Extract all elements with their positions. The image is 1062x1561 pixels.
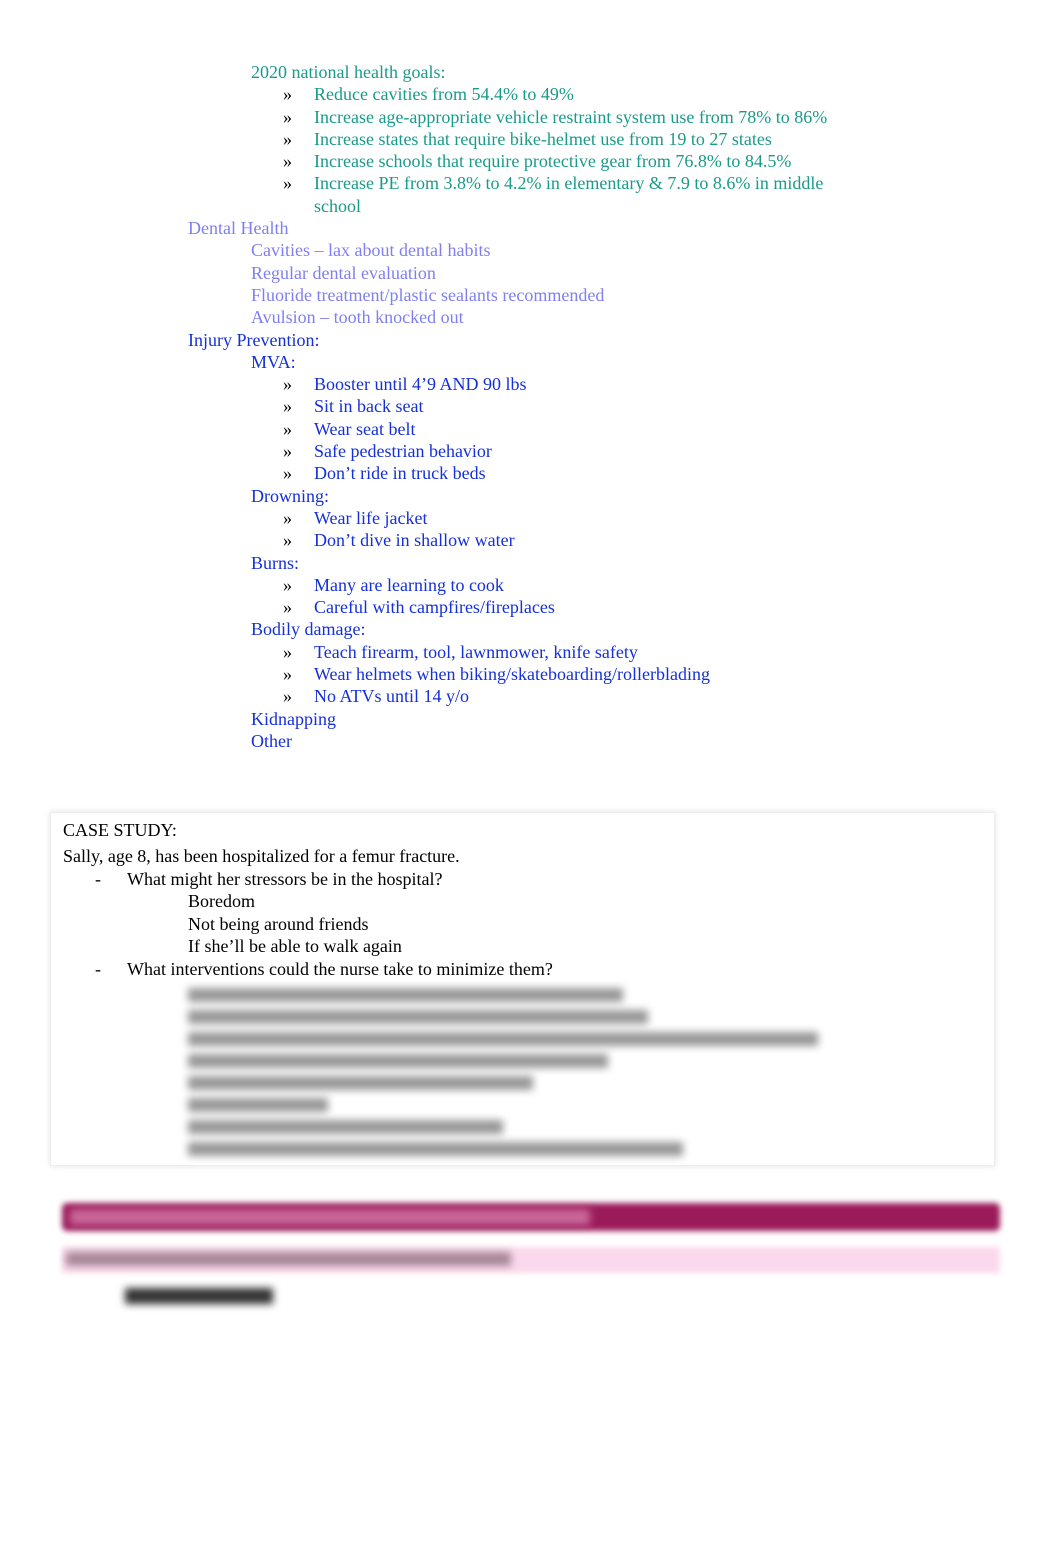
arrow-bullet-icon: » [283, 574, 292, 595]
outline-item-text: No ATVs until 14 y/o [314, 686, 470, 707]
arrow-bullet-icon: » [283, 463, 292, 484]
outline-item: » Teach firearm, tool, lawnmower, knife s… [0, 641, 1062, 663]
outline-item: Burns: [0, 552, 1062, 574]
outline-item-text: Bodily damage: [251, 619, 366, 640]
outline-item-text: Reduce cavities from 54.4% to 49% [314, 84, 574, 105]
arrow-bullet-icon: » [283, 106, 292, 127]
dash-bullet: - [95, 958, 101, 979]
outline-item: Fluoride treatment/plastic sealants reco… [0, 284, 1062, 306]
arrow-bullet-icon: » [283, 396, 292, 417]
outline-item: » Booster until 4’9 AND 90 lbs [0, 373, 1062, 395]
arrow-bullet-icon: » [283, 664, 292, 685]
arrow-bullet-icon: » [283, 173, 292, 194]
outline-item-text: Drowning: [251, 485, 329, 506]
outline-item-text: Wear life jacket [314, 507, 428, 528]
blurred-subsection-text [66, 1252, 511, 1266]
outline-item: » Wear life jacket [0, 507, 1062, 529]
outline-item: » Wear helmets when biking/skateboarding/… [0, 663, 1062, 685]
outline-item-text: Increase PE from 3.8% to 4.2% in element… [314, 173, 824, 216]
arrow-bullet-icon: » [283, 128, 292, 149]
question-2: What interventions could the nurse take … [127, 958, 553, 979]
arrow-bullet-icon: » [283, 418, 292, 439]
outline-item-text: Careful with campfires/fireplaces [314, 597, 555, 618]
outline-item: Injury Prevention: [0, 329, 1062, 351]
question-1: What might her stressors be in the hospi… [127, 868, 443, 889]
outline-item-text: MVA: [251, 351, 296, 372]
outline-item: MVA: [0, 351, 1062, 373]
outline-list: 2020 national health goals:» Reduce cavit… [0, 61, 1062, 752]
answer: If she’ll be able to walk again [188, 936, 402, 956]
arrow-bullet-icon: » [283, 686, 292, 707]
answer: Boredom [188, 891, 255, 911]
outline-item: Kidnapping [0, 708, 1062, 730]
outline-item: Cavities – lax about dental habits [0, 239, 1062, 261]
outline-item: » Many are learning to cook [0, 574, 1062, 596]
outline-item-text: Dental Health [188, 218, 289, 239]
outline-item-text: Kidnapping [251, 708, 336, 729]
outline-item: » Reduce cavities from 54.4% to 49% [0, 83, 1062, 105]
arrow-bullet-icon: » [283, 441, 292, 462]
outline-item-text: Other [251, 730, 292, 751]
outline-item: » Careful with campfires/fireplaces [0, 596, 1062, 618]
answer: Not being around friends [188, 913, 369, 934]
outline-item: Regular dental evaluation [0, 262, 1062, 284]
outline-item-text: Don’t ride in truck beds [314, 463, 486, 484]
blurred-answers [63, 988, 963, 1156]
outline-item-text: Regular dental evaluation [251, 262, 436, 283]
outline-item-text: Booster until 4’9 AND 90 lbs [314, 374, 527, 395]
blurred-banner-text [70, 1209, 590, 1225]
outline-item: » Safe pedestrian behavior [0, 440, 1062, 462]
outline-item-text: Safe pedestrian behavior [314, 441, 492, 462]
dash-bullet: - [95, 868, 101, 889]
outline-item-text: Injury Prevention: [188, 329, 320, 350]
outline-item: » Wear seat belt [0, 418, 1062, 440]
case-study: CASE STUDY: Sally, age 8, has been hospi… [63, 818, 963, 1156]
document-page: 2020 national health goals:» Reduce cavit… [0, 0, 1062, 1561]
outline-item: » Increase age-appropriate vehicle restra… [0, 106, 1062, 128]
outline-item: Drowning: [0, 485, 1062, 507]
arrow-bullet-icon: » [283, 530, 292, 551]
outline-item-text: Increase schools that require protective… [314, 151, 792, 172]
arrow-bullet-icon: » [283, 507, 292, 528]
case-study-intro: Sally, age 8, has been hospitalized for … [63, 846, 460, 866]
outline-item-text: Cavities – lax about dental habits [251, 240, 491, 261]
outline-item-text: 2020 national health goals: [251, 62, 446, 82]
outline-item: » Don’t dive in shallow water [0, 529, 1062, 551]
outline-item: Avulsion – tooth knocked out [0, 306, 1062, 328]
arrow-bullet-icon: » [283, 597, 292, 618]
outline-item: 2020 national health goals: [0, 61, 1062, 83]
outline-item: » Sit in back seat [0, 395, 1062, 417]
outline-item: » Increase PE from 3.8% to 4.2% in elemen… [0, 172, 1062, 217]
outline-item: » Increase schools that require protectiv… [0, 150, 1062, 172]
outline-item-text: Burns: [251, 552, 300, 573]
blurred-item-text [125, 1288, 273, 1304]
outline-item-text: Wear seat belt [314, 418, 416, 439]
outline-item-text: Don’t dive in shallow water [314, 530, 515, 551]
outline-item: » No ATVs until 14 y/o [0, 685, 1062, 707]
outline-item: Bodily damage: [0, 618, 1062, 640]
outline-item-text: Many are learning to cook [314, 574, 504, 595]
outline-item-text: Teach firearm, tool, lawnmower, knife sa… [314, 641, 638, 662]
outline-item: Other [0, 730, 1062, 752]
outline-item-text: Increase states that require bike-helmet… [314, 128, 772, 149]
arrow-bullet-icon: » [283, 641, 292, 662]
arrow-bullet-icon: » [283, 374, 292, 395]
case-study-heading: CASE STUDY: [63, 820, 177, 840]
outline-item-text: Avulsion – tooth knocked out [251, 307, 464, 328]
outline-item-text: Wear helmets when biking/skateboarding/r… [314, 664, 710, 685]
arrow-bullet-icon: » [283, 151, 292, 172]
arrow-bullet-icon: » [283, 84, 292, 105]
outline-item: » Increase states that require bike-helme… [0, 128, 1062, 150]
outline-item: » Don’t ride in truck beds [0, 462, 1062, 484]
outline-item: Dental Health [0, 217, 1062, 239]
outline-item-text: Fluoride treatment/plastic sealants reco… [251, 284, 605, 305]
outline-item-text: Increase age-appropriate vehicle restrai… [314, 106, 828, 127]
outline-item-text: Sit in back seat [314, 396, 424, 417]
